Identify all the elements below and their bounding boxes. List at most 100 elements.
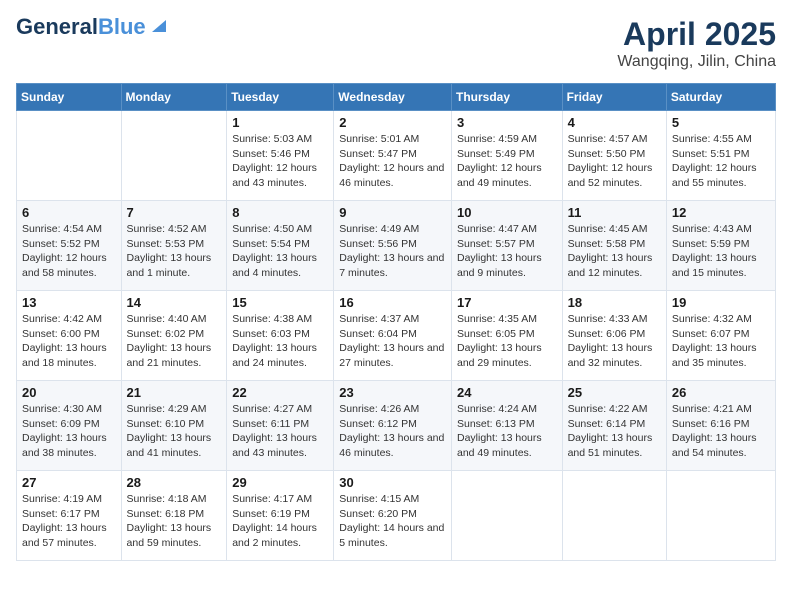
day-info: Sunrise: 5:03 AMSunset: 5:46 PMDaylight:… [232, 132, 328, 191]
calendar-cell: 19Sunrise: 4:32 AMSunset: 6:07 PMDayligh… [666, 291, 775, 381]
calendar-cell [666, 471, 775, 561]
calendar-cell: 9Sunrise: 4:49 AMSunset: 5:56 PMDaylight… [334, 201, 452, 291]
day-info: Sunrise: 4:35 AMSunset: 6:05 PMDaylight:… [457, 312, 557, 371]
day-number: 16 [339, 295, 446, 310]
day-number: 22 [232, 385, 328, 400]
calendar-cell: 27 Sunrise: 4:19 AMSunset: 6:17 PMDayligh… [17, 471, 122, 561]
calendar-cell: 14Sunrise: 4:40 AMSunset: 6:02 PMDayligh… [121, 291, 227, 381]
calendar-cell: 3 Sunrise: 4:59 AMSunset: 5:49 PMDaylight… [451, 111, 562, 201]
calendar-week-row: 13 Sunrise: 4:42 AMSunset: 6:00 PMDayligh… [17, 291, 776, 381]
day-info: Sunrise: 4:43 AMSunset: 5:59 PMDaylight:… [672, 222, 770, 281]
day-number: 18 [568, 295, 661, 310]
day-info: Sunrise: 4:57 AMSunset: 5:50 PMDaylight:… [568, 132, 661, 191]
day-info: Sunrise: 4:42 AMSunset: 6:00 PMDaylight:… [22, 312, 116, 371]
day-number: 19 [672, 295, 770, 310]
calendar-week-row: 20Sunrise: 4:30 AMSunset: 6:09 PMDayligh… [17, 381, 776, 471]
day-info: Sunrise: 4:15 AMSunset: 6:20 PMDaylight:… [339, 492, 446, 551]
calendar-cell: 16 Sunrise: 4:37 AMSunset: 6:04 PMDayligh… [334, 291, 452, 381]
day-info: Sunrise: 4:52 AMSunset: 5:53 PMDaylight:… [127, 222, 222, 281]
day-info: Sunrise: 4:30 AMSunset: 6:09 PMDaylight:… [22, 402, 116, 461]
day-info: Sunrise: 4:54 AMSunset: 5:52 PMDaylight:… [22, 222, 116, 281]
day-info: Sunrise: 4:21 AMSunset: 6:16 PMDaylight:… [672, 402, 770, 461]
day-number: 3 [457, 115, 557, 130]
day-number: 14 [127, 295, 222, 310]
day-info: Sunrise: 4:37 AMSunset: 6:04 PMDaylight:… [339, 312, 446, 371]
page-subtitle: Wangqing, Jilin, China [617, 53, 776, 71]
day-number: 2 [339, 115, 446, 130]
day-info: Sunrise: 4:26 AMSunset: 6:12 PMDaylight:… [339, 402, 446, 461]
calendar-cell [451, 471, 562, 561]
calendar-cell: 11 Sunrise: 4:45 AMSunset: 5:58 PMDayligh… [562, 201, 666, 291]
calendar-cell: 20Sunrise: 4:30 AMSunset: 6:09 PMDayligh… [17, 381, 122, 471]
day-number: 24 [457, 385, 557, 400]
day-number: 13 [22, 295, 116, 310]
calendar-cell [17, 111, 122, 201]
calendar-cell: 1 Sunrise: 5:03 AMSunset: 5:46 PMDaylight… [227, 111, 334, 201]
day-number: 10 [457, 205, 557, 220]
day-info: Sunrise: 4:45 AMSunset: 5:58 PMDaylight:… [568, 222, 661, 281]
calendar-cell: 10 Sunrise: 4:47 AMSunset: 5:57 PMDayligh… [451, 201, 562, 291]
day-info: Sunrise: 4:27 AMSunset: 6:11 PMDaylight:… [232, 402, 328, 461]
logo-text: GeneralBlue [16, 16, 146, 38]
day-number: 12 [672, 205, 770, 220]
calendar-week-row: 27 Sunrise: 4:19 AMSunset: 6:17 PMDayligh… [17, 471, 776, 561]
calendar-cell: 24Sunrise: 4:24 AMSunset: 6:13 PMDayligh… [451, 381, 562, 471]
day-info: Sunrise: 5:01 AMSunset: 5:47 PMDaylight:… [339, 132, 446, 191]
day-number: 9 [339, 205, 446, 220]
weekday-header: Wednesday [334, 84, 452, 111]
day-number: 6 [22, 205, 116, 220]
day-number: 4 [568, 115, 661, 130]
page-title: April 2025 [617, 16, 776, 53]
day-number: 5 [672, 115, 770, 130]
weekday-header: Tuesday [227, 84, 334, 111]
day-info: Sunrise: 4:33 AMSunset: 6:06 PMDaylight:… [568, 312, 661, 371]
day-number: 17 [457, 295, 557, 310]
logo-icon [148, 14, 170, 36]
day-info: Sunrise: 4:17 AMSunset: 6:19 PMDaylight:… [232, 492, 328, 551]
calendar-cell: 28 Sunrise: 4:18 AMSunset: 6:18 PMDayligh… [121, 471, 227, 561]
calendar-cell: 6 Sunrise: 4:54 AMSunset: 5:52 PMDaylight… [17, 201, 122, 291]
calendar-cell: 7 Sunrise: 4:52 AMSunset: 5:53 PMDaylight… [121, 201, 227, 291]
day-number: 7 [127, 205, 222, 220]
day-info: Sunrise: 4:59 AMSunset: 5:49 PMDaylight:… [457, 132, 557, 191]
day-number: 29 [232, 475, 328, 490]
calendar-cell: 15 Sunrise: 4:38 AMSunset: 6:03 PMDayligh… [227, 291, 334, 381]
calendar-cell: 12 Sunrise: 4:43 AMSunset: 5:59 PMDayligh… [666, 201, 775, 291]
page-header: GeneralBlue April 2025 Wangqing, Jilin, … [16, 16, 776, 71]
calendar-cell: 25 Sunrise: 4:22 AMSunset: 6:14 PMDayligh… [562, 381, 666, 471]
day-info: Sunrise: 4:18 AMSunset: 6:18 PMDaylight:… [127, 492, 222, 551]
day-number: 25 [568, 385, 661, 400]
day-info: Sunrise: 4:29 AMSunset: 6:10 PMDaylight:… [127, 402, 222, 461]
calendar-cell [121, 111, 227, 201]
calendar-week-row: 6 Sunrise: 4:54 AMSunset: 5:52 PMDaylight… [17, 201, 776, 291]
calendar-cell: 4 Sunrise: 4:57 AMSunset: 5:50 PMDaylight… [562, 111, 666, 201]
calendar-cell: 5 Sunrise: 4:55 AMSunset: 5:51 PMDaylight… [666, 111, 775, 201]
day-info: Sunrise: 4:47 AMSunset: 5:57 PMDaylight:… [457, 222, 557, 281]
weekday-header: Saturday [666, 84, 775, 111]
weekday-header: Monday [121, 84, 227, 111]
day-info: Sunrise: 4:55 AMSunset: 5:51 PMDaylight:… [672, 132, 770, 191]
day-number: 27 [22, 475, 116, 490]
title-block: April 2025 Wangqing, Jilin, China [617, 16, 776, 71]
day-number: 30 [339, 475, 446, 490]
day-number: 21 [127, 385, 222, 400]
weekday-header: Friday [562, 84, 666, 111]
day-number: 1 [232, 115, 328, 130]
day-number: 28 [127, 475, 222, 490]
day-info: Sunrise: 4:38 AMSunset: 6:03 PMDaylight:… [232, 312, 328, 371]
logo: GeneralBlue [16, 16, 170, 38]
day-info: Sunrise: 4:50 AMSunset: 5:54 PMDaylight:… [232, 222, 328, 281]
day-number: 11 [568, 205, 661, 220]
calendar-cell [562, 471, 666, 561]
calendar-cell: 30 Sunrise: 4:15 AMSunset: 6:20 PMDayligh… [334, 471, 452, 561]
day-info: Sunrise: 4:22 AMSunset: 6:14 PMDaylight:… [568, 402, 661, 461]
day-number: 26 [672, 385, 770, 400]
calendar-cell: 29 Sunrise: 4:17 AMSunset: 6:19 PMDayligh… [227, 471, 334, 561]
weekday-header: Sunday [17, 84, 122, 111]
calendar-cell: 21 Sunrise: 4:29 AMSunset: 6:10 PMDayligh… [121, 381, 227, 471]
calendar-cell: 8Sunrise: 4:50 AMSunset: 5:54 PMDaylight… [227, 201, 334, 291]
day-info: Sunrise: 4:19 AMSunset: 6:17 PMDaylight:… [22, 492, 116, 551]
day-number: 15 [232, 295, 328, 310]
calendar-cell: 23Sunrise: 4:26 AMSunset: 6:12 PMDayligh… [334, 381, 452, 471]
calendar-table: SundayMondayTuesdayWednesdayThursdayFrid… [16, 83, 776, 561]
